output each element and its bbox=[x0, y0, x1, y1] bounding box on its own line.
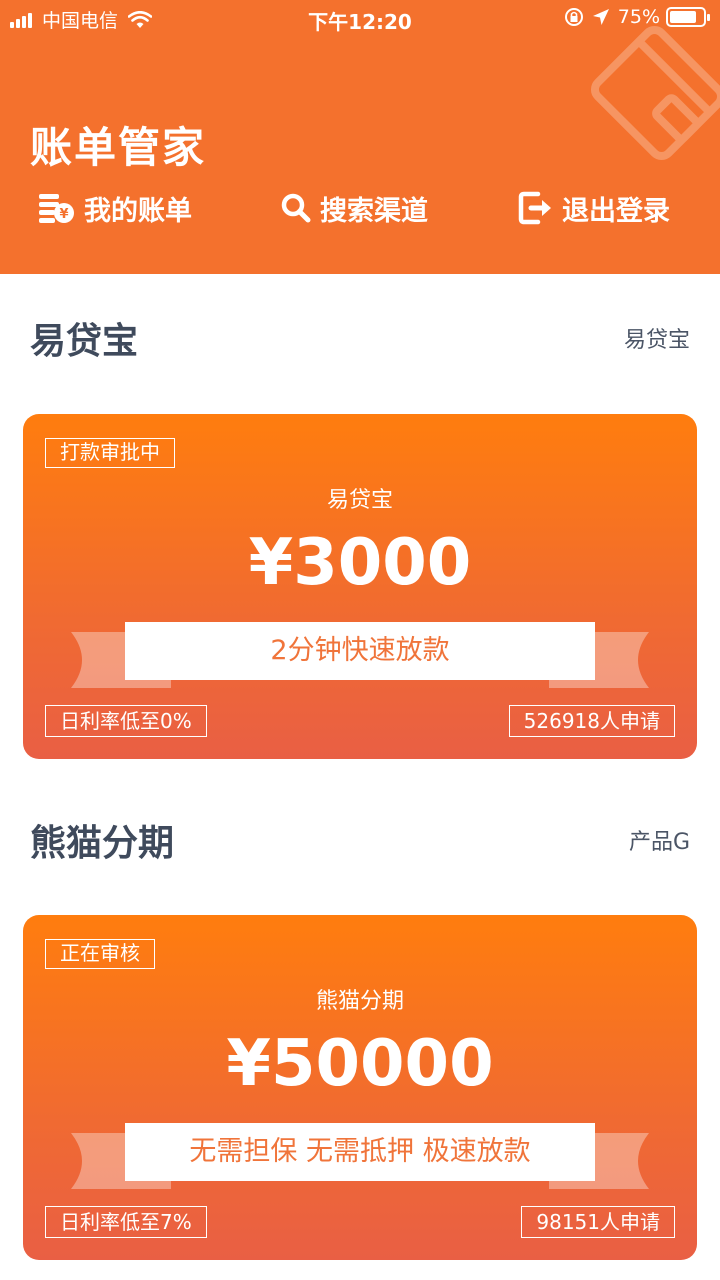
section-header: 熊猫分期 产品G bbox=[0, 814, 720, 874]
status-badge: 打款审批中 bbox=[45, 438, 175, 468]
nav-logout-label: 退出登录 bbox=[562, 195, 670, 227]
card-rate: 日利率低至7% bbox=[45, 1206, 207, 1238]
status-badge: 正在审核 bbox=[45, 939, 155, 969]
nav-my-bills[interactable]: ¥ 我的账单 bbox=[38, 186, 192, 230]
card-product-name: 易贷宝 bbox=[326, 488, 393, 513]
nav-logout[interactable]: 退出登录 bbox=[518, 186, 670, 230]
bill-coins-icon: ¥ bbox=[39, 194, 74, 223]
nav-search-channel[interactable]: 搜索渠道 bbox=[280, 186, 428, 230]
header-nav: ¥ 我的账单 搜索渠道 退出登录 bbox=[0, 186, 720, 230]
app-title: 账单管家 bbox=[30, 123, 207, 172]
section-subtitle[interactable]: 易贷宝 bbox=[624, 322, 690, 354]
section-title: 易贷宝 bbox=[30, 321, 139, 362]
nav-search-channel-label: 搜索渠道 bbox=[320, 195, 428, 227]
nav-my-bills-label: 我的账单 bbox=[84, 195, 192, 227]
section-title: 熊猫分期 bbox=[30, 823, 175, 864]
card-amount: ¥50000 bbox=[226, 1027, 494, 1101]
app-header: 中国电信 下午12:20 75% 账单管家 ¥ 我的账单 搜索渠道 退出登录 bbox=[0, 0, 720, 274]
card-product-name: 熊猫分期 bbox=[315, 989, 404, 1014]
loan-card[interactable]: 正在审核 熊猫分期 ¥50000 无需担保 无需抵押 极速放款 日利率低至7% … bbox=[23, 915, 697, 1260]
section-header: 易贷宝 易贷宝 bbox=[0, 312, 720, 372]
card-ribbon: 无需担保 无需抵押 极速放款 bbox=[125, 1123, 595, 1181]
loan-card[interactable]: 打款审批中 易贷宝 ¥3000 2分钟快速放款 日利率低至0% 526918人申… bbox=[23, 414, 697, 759]
card-rate: 日利率低至0% bbox=[45, 705, 207, 737]
wallet-decoration-icon bbox=[590, 25, 720, 161]
card-ribbon: 2分钟快速放款 bbox=[125, 622, 595, 680]
search-icon bbox=[281, 193, 311, 223]
svg-text:¥: ¥ bbox=[59, 207, 68, 222]
logout-icon bbox=[518, 191, 551, 225]
card-amount: ¥3000 bbox=[248, 526, 472, 600]
section-subtitle[interactable]: 产品G bbox=[629, 824, 690, 856]
card-applicants: 526918人申请 bbox=[508, 705, 675, 737]
card-applicants: 98151人申请 bbox=[521, 1206, 675, 1238]
